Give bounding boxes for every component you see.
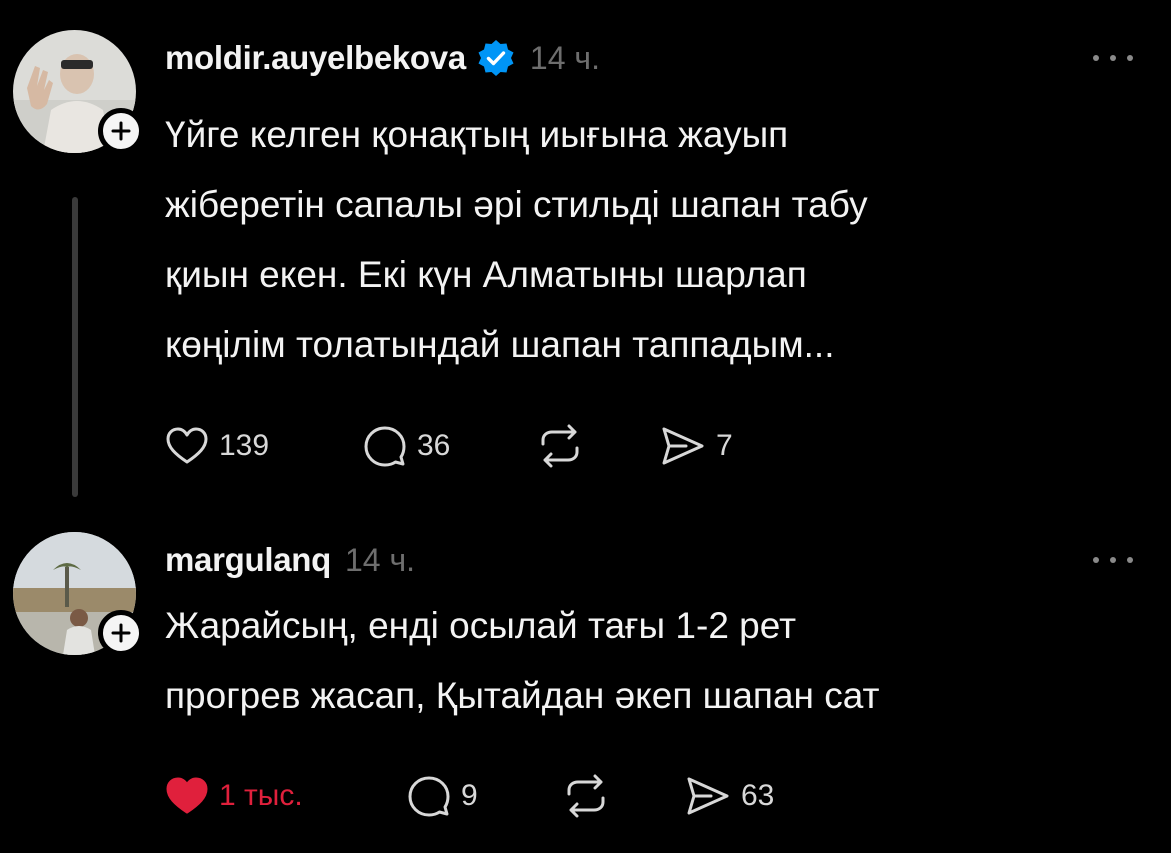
share-count: 7 <box>716 429 733 462</box>
like-button[interactable]: 1 тыс. <box>165 768 303 824</box>
more-options-icon[interactable] <box>1093 48 1133 68</box>
post-actions: 1 тыс. 9 63 <box>165 768 865 824</box>
heart-icon <box>166 427 208 464</box>
post-header: margulanq 14 ч. <box>165 535 415 585</box>
like-count: 139 <box>219 429 270 462</box>
username[interactable]: margulanq <box>165 541 331 579</box>
share-button[interactable]: 63 <box>685 768 774 824</box>
timestamp: 14 ч. <box>529 39 600 76</box>
verified-badge-icon <box>476 38 516 78</box>
comment-icon <box>408 776 450 817</box>
repost-button[interactable] <box>563 768 609 824</box>
timestamp: 14 ч. <box>345 541 416 578</box>
follow-button[interactable] <box>98 610 144 656</box>
comment-icon <box>364 426 406 467</box>
share-icon <box>662 427 704 465</box>
thread-post: moldir.auyelbekova 14 ч. Үйге келген қон… <box>0 0 1171 520</box>
share-count: 63 <box>741 779 775 812</box>
comment-count: 9 <box>461 779 478 812</box>
like-count: 1 тыс. <box>219 779 303 812</box>
post-actions: 139 36 7 <box>165 418 865 474</box>
repost-icon <box>541 424 579 468</box>
repost-icon <box>567 774 605 818</box>
post-text: Жарайсың, енді осылай тағы 1-2 рет прогр… <box>165 605 880 716</box>
thread-line <box>72 197 78 497</box>
reply-post: margulanq 14 ч. Жарайсың, енді осылай та… <box>0 520 1171 853</box>
post-text: Үйге келген қонақтың иығына жауып жібере… <box>165 114 868 365</box>
plus-icon <box>111 121 131 141</box>
username[interactable]: moldir.auyelbekova <box>165 39 466 77</box>
share-icon <box>687 777 729 815</box>
post-header: moldir.auyelbekova 14 ч. <box>165 33 600 83</box>
like-button[interactable]: 139 <box>165 418 269 474</box>
more-options-icon[interactable] <box>1093 550 1133 570</box>
share-button[interactable]: 7 <box>660 418 733 474</box>
plus-icon <box>111 623 131 643</box>
repost-button[interactable] <box>537 418 583 474</box>
comment-count: 36 <box>417 429 451 462</box>
heart-filled-icon <box>166 777 208 814</box>
follow-button[interactable] <box>98 108 144 154</box>
comment-button[interactable]: 36 <box>363 418 450 474</box>
comment-button[interactable]: 9 <box>407 768 478 824</box>
